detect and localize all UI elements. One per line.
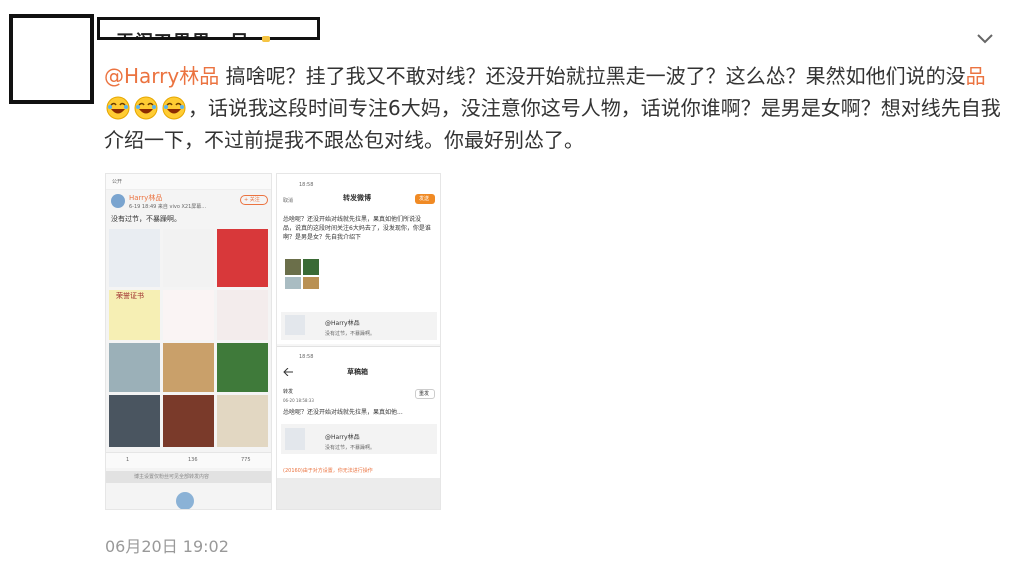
post-body: @Harry林品 搞啥呢？挂了我又不敢对线？还没开始就拉黑走一波了？这么怂？果然…: [104, 60, 1004, 156]
draft-body: 怂啥呢？还没开始对线就先拉黑，果真如他...: [283, 409, 403, 416]
comment-count: 136: [188, 457, 198, 463]
retry-label: 重发: [419, 391, 430, 397]
repost-body: 怂啥呢？还没开始对线就先拉黑，果真如他们所说没品，说真的这段时间关注6大妈去了，…: [283, 216, 431, 241]
quoted-thumb: [285, 428, 305, 450]
laughing-emoji-icon: [162, 96, 186, 120]
vip-badge-icon: [262, 36, 270, 42]
grid-image: [109, 229, 160, 287]
thumbnail: [285, 259, 301, 275]
screen-title: 转发微博: [343, 194, 371, 202]
error-message: (20160)由于对方设置，你无法进行操作: [283, 468, 373, 474]
grid-image: [163, 343, 214, 392]
chevron-down-icon[interactable]: [974, 27, 996, 49]
grid-image: [217, 229, 268, 287]
laughing-emoji-icon: [134, 96, 158, 120]
attached-image-2[interactable]: 18:58 转发微博 取消 发送 怂啥呢？还没开始对线就先拉黑，果真如他们所说没…: [276, 173, 441, 510]
like-count: 775: [241, 457, 251, 463]
attached-image-1[interactable]: 公开 Harry林品 6-19 18:49 来自 vivo X21屏幕... +…: [105, 173, 272, 510]
certificate-label: 荣誉证书: [116, 292, 144, 300]
avatar-redacted[interactable]: [9, 14, 94, 104]
grid-image: [109, 343, 160, 392]
cancel-label: 取消: [283, 198, 294, 204]
quoted-thumb: [285, 315, 305, 335]
thumbnail: [303, 259, 319, 275]
grid-image: [163, 395, 214, 447]
send-label: 发送: [419, 196, 430, 202]
mention-link[interactable]: @Harry林品: [104, 64, 219, 88]
grid-image: [217, 290, 268, 340]
quoted-text: 没有过节，不暴躁啊。: [325, 445, 376, 451]
thumbnail: [303, 277, 319, 289]
screen-title: 草稿箱: [347, 368, 368, 376]
author-name-partial: 王闹刃男男一尺: [116, 28, 249, 37]
back-arrow-icon: [283, 368, 293, 376]
draft-item-date: 06-20 18:58:33: [283, 398, 314, 403]
post-text-part-2: ，话说我这段时间专注6大妈，没注意你这号人物，话说你谁啊？是男是女啊？想对线先自…: [104, 96, 1001, 152]
author-name-redacted[interactable]: 王闹刃男男一尺: [97, 17, 320, 40]
quoted-user: @Harry林品: [325, 434, 360, 441]
thumbnail: [285, 277, 301, 289]
grid-image: [109, 395, 160, 447]
post-highlight: 品: [965, 64, 986, 88]
screenshot-caption: 没有过节，不暴躁啊。: [111, 215, 181, 223]
grid-image: [217, 395, 268, 447]
post-text-part-1: 搞啥呢？挂了我又不敢对线？还没开始就拉黑走一波了？这么怂？果然如他们说的没: [225, 64, 966, 88]
footer-note: 博主设置仅粉丝可见全部转发内容: [134, 474, 210, 480]
post-timestamp[interactable]: 06月20日 19:02: [105, 533, 229, 557]
draft-item-label: 转发: [283, 389, 294, 395]
follow-label: + 关注: [244, 197, 260, 203]
laughing-emoji-icon: [106, 96, 130, 120]
status-time: 18:58: [299, 182, 314, 188]
screenshot-meta: 6-19 18:49 来自 vivo X21屏幕...: [129, 204, 207, 210]
status-time: 18:58: [299, 354, 314, 360]
quoted-user: @Harry林品: [325, 320, 360, 327]
emoji-group: [104, 96, 188, 120]
grid-image: [217, 343, 268, 392]
avatar: [176, 492, 194, 509]
screenshot-header: [106, 174, 271, 190]
avatar: [111, 194, 125, 208]
screenshot-header-label: 公开: [112, 179, 123, 185]
quoted-text: 没有过节，不暴躁啊。: [325, 331, 376, 337]
screenshot-user-name: Harry林品: [129, 194, 163, 202]
empty-area: [277, 478, 440, 509]
grid-image: [163, 229, 214, 287]
grid-image: [163, 290, 214, 340]
repost-count: 1: [126, 457, 130, 463]
